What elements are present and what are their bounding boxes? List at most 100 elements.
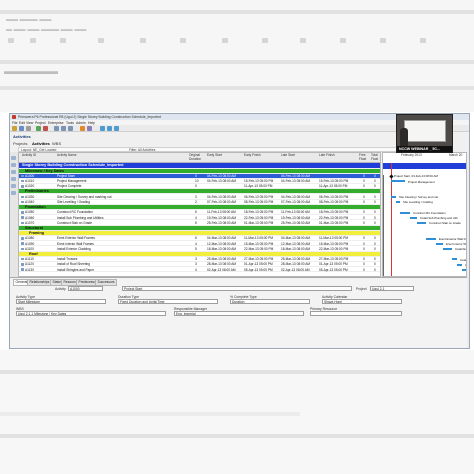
primary-resource-field[interactable]	[310, 311, 402, 316]
responsible-manager-field[interactable]: Eng. Imperial	[174, 311, 304, 316]
gantt-bar-label: Install Sub Plumbing and Utili	[420, 215, 458, 220]
activity-id-cell: A1130	[25, 267, 34, 272]
activity-icon	[21, 174, 24, 178]
col-free-float[interactable]: Free Float	[359, 153, 369, 161]
early-finish-cell: 22-Feb-13 05:00 PM	[244, 215, 274, 220]
ghost-menu: ▬ ▬▬ ▬▬ ▬▬▬ ▬▬ ▬▬	[6, 27, 87, 33]
gantt-bar[interactable]	[426, 237, 436, 240]
original-duration-cell: 4	[195, 215, 197, 220]
total-float-cell: 0	[374, 246, 376, 251]
late-start-cell: 19-Feb-13 08:00 AM	[281, 215, 311, 220]
activity-name-cell: Construct RC Foundation	[57, 210, 93, 215]
total-float-cell: 0	[374, 200, 376, 205]
wbs-field[interactable]: Ugul 2-1.1 Milestone / Key Dates	[16, 311, 166, 316]
early-finish-cell: 08-Feb-13 05:00 PM	[244, 200, 274, 205]
app-icon	[12, 115, 16, 119]
early-start-cell: 28-Mar-13 08:00 AM	[207, 262, 237, 267]
save-icon[interactable]	[19, 126, 24, 131]
gantt-project-band	[383, 163, 466, 169]
col-activity-name[interactable]: Activity Name	[57, 153, 76, 158]
activity-name-cell: Preliminaries	[25, 189, 49, 194]
open-icon[interactable]	[12, 126, 17, 131]
nav-activities-icon[interactable]	[11, 163, 16, 167]
late-start-cell: 28-Mar-13 08:00 AM	[281, 262, 311, 267]
gantt-bar[interactable]	[417, 221, 426, 225]
layout-icon[interactable]	[114, 126, 119, 131]
col-early-finish[interactable]: Early Finish	[244, 153, 261, 158]
nav-projects-icon[interactable]	[11, 156, 16, 160]
menu-tools[interactable]: Tools	[66, 121, 74, 125]
late-start-cell: 04-Feb-13 08:00 AM	[281, 174, 311, 179]
right-scroll-strip[interactable]	[467, 152, 469, 348]
activity-id-cell: A1010	[25, 179, 35, 184]
activity-icon	[21, 257, 24, 261]
col-total-float[interactable]: Total Float	[371, 153, 380, 161]
level-icon[interactable]	[87, 126, 92, 131]
print-icon[interactable]	[26, 126, 31, 131]
activity-name-field[interactable]: Project Start	[122, 286, 352, 291]
menu-edit[interactable]: Edit	[19, 121, 25, 125]
menu-enterprise[interactable]: Enterprise	[48, 121, 63, 125]
gantt-bar[interactable]	[410, 216, 417, 219]
activity-id-cell: A1050	[25, 210, 35, 215]
filter-icon[interactable]	[100, 126, 105, 131]
menu-view[interactable]: View	[26, 121, 33, 125]
gantt-bar[interactable]	[457, 263, 462, 266]
cut-icon[interactable]	[54, 126, 59, 131]
gantt-bar[interactable]	[391, 195, 396, 199]
gantt-chart: February 2013 March 20 Project Start, 04…	[382, 152, 467, 277]
col-late-finish[interactable]: Late Finish	[319, 153, 335, 158]
menu-project[interactable]: Project	[35, 121, 46, 125]
gantt-bar[interactable]	[391, 180, 405, 183]
activity-id-cell: A1110	[25, 257, 34, 262]
menu-admin[interactable]: Admin	[76, 121, 86, 125]
calendar-field[interactable]: Shaya Homi	[322, 299, 402, 304]
gantt-bar[interactable]	[436, 242, 443, 245]
delete-icon[interactable]	[43, 126, 48, 131]
nav-tracking-icon[interactable]	[11, 184, 16, 188]
ghost-tool	[222, 38, 228, 43]
col-early-start[interactable]: Early Start	[207, 153, 222, 158]
menu-file[interactable]: File	[12, 121, 17, 125]
schedule-icon[interactable]	[80, 126, 85, 131]
nav-resources-icon[interactable]	[11, 170, 16, 174]
project-field[interactable]: Ugul 2-1	[370, 286, 414, 291]
table-row[interactable]: A1130 Install Shingles and Paper 4 02-Apr-1…	[19, 267, 380, 273]
total-float-cell: 0	[374, 257, 376, 262]
gantt-milestone[interactable]	[389, 174, 394, 179]
col-activity-id[interactable]: Activity ID	[22, 153, 36, 158]
original-duration-cell: 3	[195, 194, 197, 199]
col-late-start[interactable]: Late Start	[281, 153, 295, 158]
menu-help[interactable]: Help	[88, 121, 95, 125]
paste-icon[interactable]	[68, 126, 73, 131]
details-tab-successors[interactable]: Successors	[95, 279, 118, 286]
ghost-tool	[60, 38, 66, 43]
percent-type-select[interactable]: Duration	[230, 299, 310, 304]
group-icon[interactable]	[107, 126, 112, 131]
late-finish-cell: 06-Feb-13 05:00 PM	[319, 194, 349, 199]
duration-type-select[interactable]: Fixed Duration and Units/Time	[118, 299, 218, 304]
tab-projects[interactable]: Projects	[13, 141, 27, 146]
add-icon[interactable]	[36, 126, 41, 131]
details-tab-relationships[interactable]: Relationships	[27, 279, 52, 286]
copy-icon[interactable]	[61, 126, 66, 131]
col-original-duration[interactable]: Original Duration	[189, 153, 204, 161]
gantt-bar[interactable]	[443, 247, 452, 251]
activity-id-field[interactable]: A1000	[68, 286, 103, 291]
activity-type-select[interactable]: Start Milestone	[16, 299, 106, 304]
nav-wbs-icon[interactable]	[11, 191, 16, 195]
activity-icon	[21, 179, 24, 183]
tab-activities[interactable]: Activities	[32, 141, 50, 146]
activity-id-cell: A1120	[25, 262, 34, 267]
early-finish-cell: 18-Feb-13 05:00 PM	[244, 210, 274, 215]
gantt-bar[interactable]	[396, 201, 400, 204]
window-title: Primavera P6 Professional R8 (Ugul 2) Si…	[18, 115, 161, 119]
ghost-divider	[0, 86, 474, 90]
nav-reports-icon[interactable]	[11, 177, 16, 181]
gantt-month-feb: February 2013	[401, 153, 422, 157]
gantt-bar[interactable]	[400, 211, 410, 214]
tab-wbs[interactable]: WBS	[52, 141, 61, 146]
ghost-title-bar	[0, 10, 474, 14]
activity-name-cell: Project Start	[57, 174, 75, 179]
gantt-bar[interactable]	[452, 258, 457, 261]
